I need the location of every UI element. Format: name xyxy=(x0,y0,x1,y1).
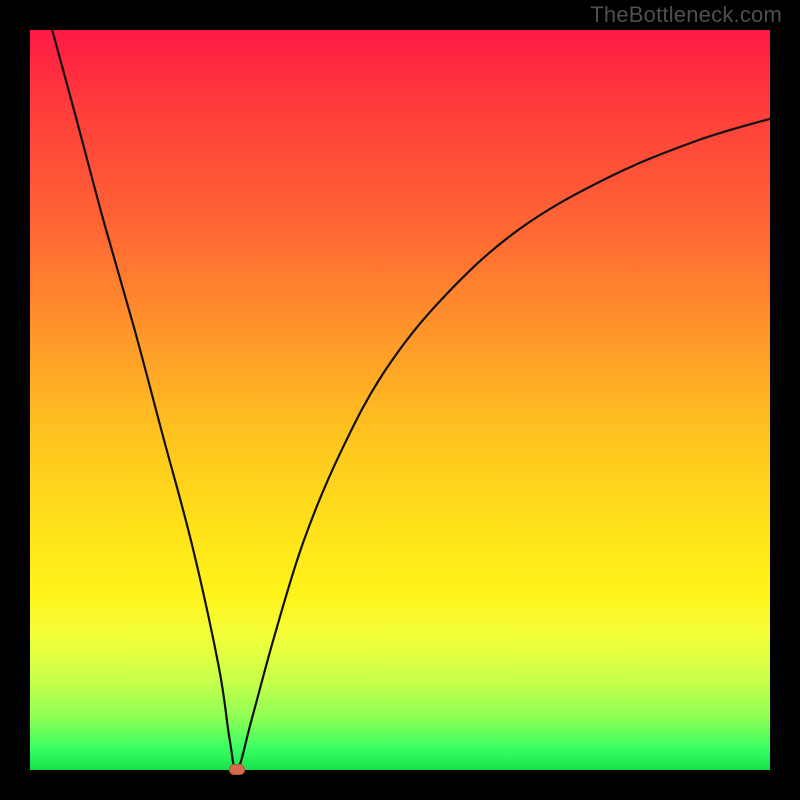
minimum-marker xyxy=(229,764,245,775)
chart-frame: TheBottleneck.com xyxy=(0,0,800,800)
curve-path xyxy=(52,30,770,771)
plot-area xyxy=(30,30,770,770)
watermark-text: TheBottleneck.com xyxy=(590,2,782,28)
bottleneck-curve xyxy=(30,30,770,770)
